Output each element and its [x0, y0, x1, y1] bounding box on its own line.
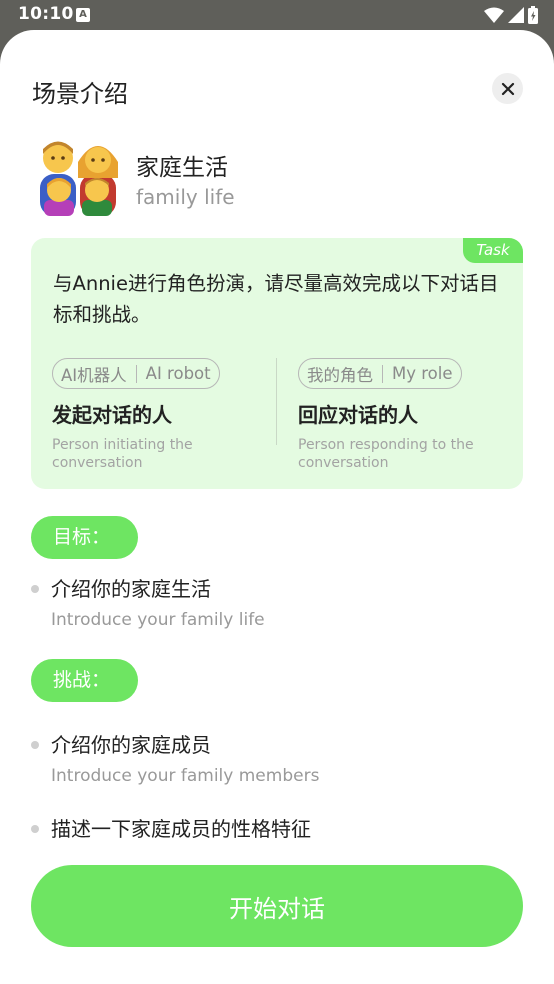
status-bar: 10:10 A [0, 0, 554, 30]
signal-icon [508, 6, 524, 23]
role-divider [276, 358, 277, 445]
task-description: 与Annie进行角色扮演，请尽量高效完成以下对话目标和挑战。 [53, 272, 499, 326]
wifi-icon [484, 7, 504, 23]
my-role: 我的角色 My role 回应对话的人 Person responding to… [298, 358, 508, 472]
battery-icon [528, 6, 538, 24]
bullet-dot [31, 825, 39, 833]
pill-divider [382, 364, 383, 383]
role-pill-en: AI robot [145, 364, 211, 383]
challenge-text-en: Introduce your family members [51, 766, 320, 786]
role-pill-cn: AI机器人 [61, 365, 127, 385]
role-title: 发起对话的人 [52, 403, 172, 427]
start-conversation-button[interactable]: 开始对话 [31, 865, 523, 947]
bullet-dot [31, 741, 39, 749]
pill-divider [135, 364, 137, 383]
role-title: 回应对话的人 [298, 403, 418, 427]
challenge-badge: 挑战： [31, 659, 138, 702]
task-tag: Task [463, 238, 523, 263]
ai-role: AI机器人 AI robot 发起对话的人 Person initiating … [52, 358, 262, 472]
goal-text: 介绍你的家庭生活 [51, 577, 211, 601]
scene-intro-sheet: 场景介绍 家庭生活 family life Task 与Annie进行角色扮演，… [0, 30, 554, 984]
goal-badge: 目标： [31, 516, 138, 559]
status-time: 10:10 [18, 4, 74, 24]
family-emoji-icon [40, 141, 118, 216]
bullet-dot [31, 585, 39, 593]
challenge-text: 介绍你的家庭成员 [51, 733, 211, 757]
task-card: Task 与Annie进行角色扮演，请尽量高效完成以下对话目标和挑战。 AI机器… [31, 238, 523, 489]
close-button[interactable] [492, 73, 523, 104]
role-pill-en: My role [392, 364, 453, 383]
role-pill: 我的角色 My role [298, 358, 462, 389]
sheet-title: 场景介绍 [32, 80, 128, 108]
scene-name: 家庭生活 [136, 155, 228, 181]
role-pill: AI机器人 AI robot [52, 358, 220, 389]
close-icon [501, 82, 514, 95]
notification-badge: A [76, 8, 90, 22]
role-description: Person responding to the conversation [298, 437, 474, 471]
role-description: Person initiating the conversation [52, 437, 193, 471]
scene-name-en: family life [136, 185, 235, 209]
goal-text-en: Introduce your family life [51, 610, 265, 630]
challenge-text: 描述一下家庭成员的性格特征 [51, 817, 311, 841]
role-pill-cn: 我的角色 [307, 365, 373, 385]
status-icons [484, 6, 538, 24]
